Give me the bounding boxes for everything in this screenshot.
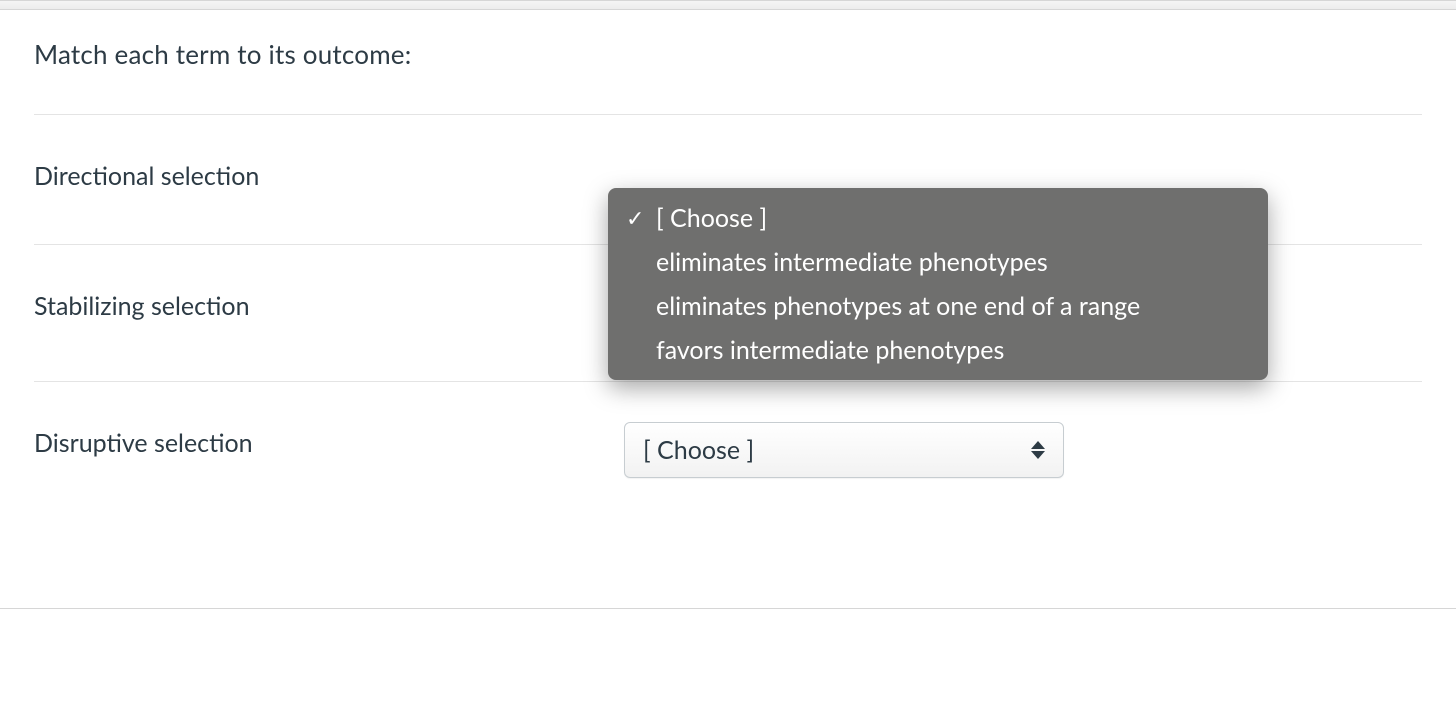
select-value: [ Choose ] (643, 435, 754, 465)
top-toolbar-strip (0, 0, 1456, 10)
term-stabilizing: Stabilizing selection (34, 285, 624, 321)
option-label: [ Choose ] (656, 203, 1250, 233)
term-disruptive: Disruptive selection (34, 422, 624, 458)
select-disruptive[interactable]: [ Choose ] (624, 422, 1064, 478)
option-label: eliminates intermediate phenotypes (656, 247, 1250, 277)
dropdown-menu[interactable]: ✓ [ Choose ] eliminates intermediate phe… (608, 188, 1268, 380)
select-wrapper-3: [ Choose ] (624, 422, 1064, 478)
match-row-3: Disruptive selection [ Choose ] (34, 381, 1422, 538)
question-title: Match each term to its outcome: (34, 38, 1422, 70)
select-arrows-icon (1031, 441, 1045, 459)
dropdown-option-eliminates-intermediate[interactable]: eliminates intermediate phenotypes (608, 240, 1268, 284)
term-directional: Directional selection (34, 155, 624, 191)
check-icon: ✓ (626, 204, 656, 232)
dropdown-option-eliminates-one-end[interactable]: eliminates phenotypes at one end of a ra… (608, 284, 1268, 328)
dropdown-option-choose[interactable]: ✓ [ Choose ] (608, 196, 1268, 240)
option-label: favors intermediate phenotypes (656, 335, 1250, 365)
dropdown-option-favors-intermediate[interactable]: favors intermediate phenotypes (608, 328, 1268, 372)
bottom-divider (0, 608, 1456, 609)
option-label: eliminates phenotypes at one end of a ra… (656, 291, 1250, 321)
